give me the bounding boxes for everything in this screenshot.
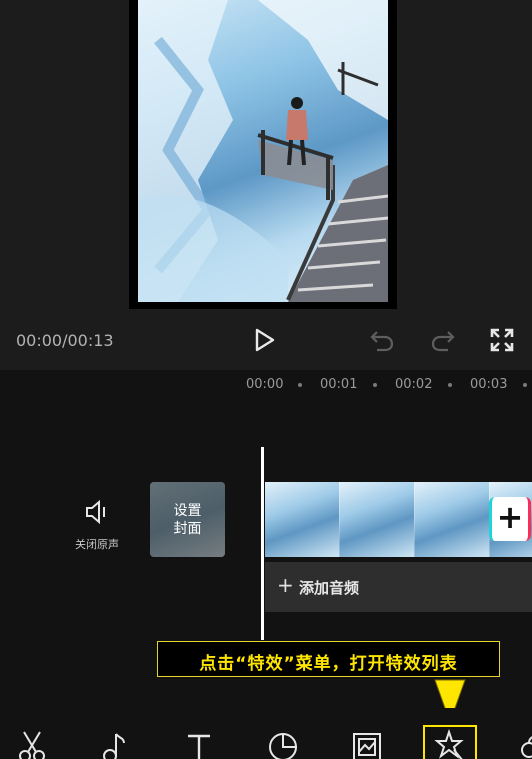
clip-thumbnail — [415, 482, 490, 557]
add-clip-button[interactable]: + — [489, 497, 531, 541]
undo-icon[interactable] — [369, 328, 395, 352]
mute-label: 关闭原声 — [75, 538, 119, 551]
plus-icon: + — [277, 573, 294, 597]
time-ruler[interactable]: 00:00 00:01 00:02 00:03 — [0, 370, 532, 400]
ruler-dot — [523, 383, 527, 387]
clip-thumbnail — [340, 482, 415, 557]
effects-highlight-box — [423, 725, 477, 759]
plus-icon: + — [496, 498, 524, 536]
ruler-tick: 00:01 — [320, 377, 358, 392]
filter-icon[interactable] — [349, 728, 385, 759]
cover-label-line2: 封面 — [173, 521, 202, 537]
playhead[interactable] — [261, 447, 264, 640]
fullscreen-icon[interactable] — [489, 327, 515, 353]
speaker-icon — [83, 498, 111, 526]
more-icon[interactable] — [515, 728, 532, 759]
annotation-callout: 点击“特效”菜单，打开特效列表 — [157, 641, 500, 677]
ruler-dot — [448, 383, 452, 387]
playback-controls: 00:00/00:13 — [0, 310, 532, 370]
set-cover-button[interactable]: 设置 封面 — [150, 482, 225, 557]
video-editor-screen: 00:00/00:13 00:00 00:01 00:02 00:03 关闭原声… — [0, 0, 532, 759]
scissors-icon[interactable] — [14, 728, 50, 759]
add-audio-button[interactable]: + 添加音频 — [265, 562, 532, 612]
redo-icon[interactable] — [430, 328, 456, 352]
music-note-icon[interactable] — [97, 728, 133, 759]
text-icon[interactable] — [181, 728, 217, 759]
ruler-tick: 00:02 — [395, 377, 433, 392]
add-audio-label: 添加音频 — [299, 579, 360, 597]
clip-thumbnail — [265, 482, 340, 557]
video-preview-image — [138, 0, 388, 302]
timecode: 00:00/00:13 — [16, 331, 114, 350]
ruler-tick: 00:00 — [246, 377, 284, 392]
annotation-text: 点击“特效”菜单，打开特效列表 — [199, 654, 458, 674]
cover-label-line1: 设置 — [173, 503, 202, 519]
ruler-dot — [373, 383, 377, 387]
mute-original-audio-button[interactable]: 关闭原声 — [64, 498, 130, 554]
play-icon[interactable] — [250, 326, 278, 354]
ruler-tick: 00:03 — [470, 377, 508, 392]
preview-area — [0, 0, 532, 310]
sticker-icon[interactable] — [265, 728, 301, 759]
video-preview-frame[interactable] — [129, 0, 397, 309]
ruler-dot — [298, 383, 302, 387]
cover-label: 设置 封面 — [150, 502, 225, 538]
